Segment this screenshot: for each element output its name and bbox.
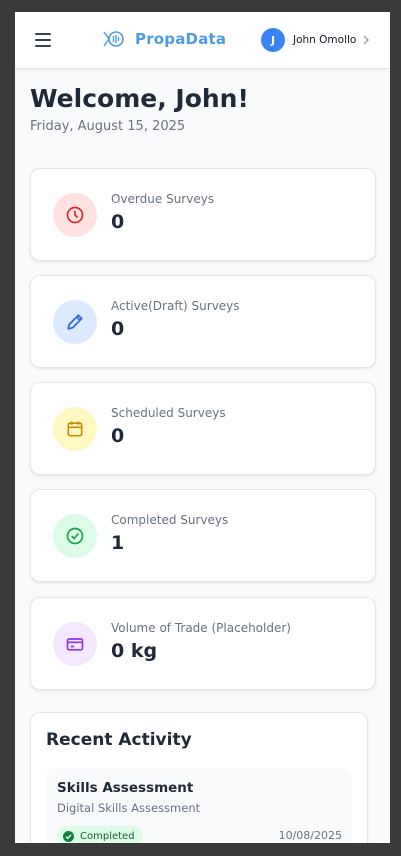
stat-label: Overdue Surveys [111,192,215,206]
stat-card-overdue[interactable]: Overdue Surveys 0 [30,168,376,261]
stat-card-volume[interactable]: Volume of Trade (Placeholder) 0 kg [30,597,376,690]
check-circle-icon [53,514,97,558]
user-name: John Omollo [293,34,357,46]
stat-value: 0 [111,425,125,447]
stat-card-active[interactable]: Active(Draft) Surveys 0 [30,275,376,368]
app-screen: PropaData J John Omollo Welcome, John! F… [15,12,390,843]
stat-value: 1 [111,532,125,554]
stat-value: 0 [111,211,125,233]
stat-value: 0 kg [111,640,158,662]
activity-item-subtitle: Digital Skills Assessment [57,801,201,815]
status-badge: Completed [57,826,143,843]
activity-item[interactable]: Skills Assessment Digital Skills Assessm… [46,768,352,843]
stat-value: 0 [111,318,125,340]
avatar: J [261,28,285,52]
stat-card-completed[interactable]: Completed Surveys 1 [30,489,376,582]
stat-card-scheduled[interactable]: Scheduled Surveys 0 [30,382,376,475]
menu-icon[interactable] [33,29,55,51]
chevron-right-icon [363,35,370,45]
stat-label: Volume of Trade (Placeholder) [111,621,291,635]
credit-card-icon [53,622,97,666]
stat-label: Scheduled Surveys [111,406,226,420]
app-logo[interactable]: PropaData [103,28,226,50]
clock-icon [53,193,97,237]
recent-activity-title: Recent Activity [46,730,192,750]
activity-item-date: 10/08/2025 [278,829,342,842]
current-date: Friday, August 15, 2025 [30,119,186,134]
status-text: Completed [80,830,135,842]
user-menu[interactable]: J John Omollo [261,28,370,52]
recent-activity-panel: Recent Activity Skills Assessment Digita… [30,712,368,843]
logo-icon [103,31,124,47]
stat-label: Completed Surveys [111,513,229,527]
check-circle-icon [63,830,74,842]
page-title: Welcome, John! [30,84,249,113]
top-bar: PropaData J John Omollo [15,12,390,69]
pencil-icon [53,300,97,344]
activity-item-title: Skills Assessment [57,780,194,796]
stat-label: Active(Draft) Surveys [111,299,240,313]
app-name: PropaData [135,30,227,48]
calendar-icon [53,407,97,451]
